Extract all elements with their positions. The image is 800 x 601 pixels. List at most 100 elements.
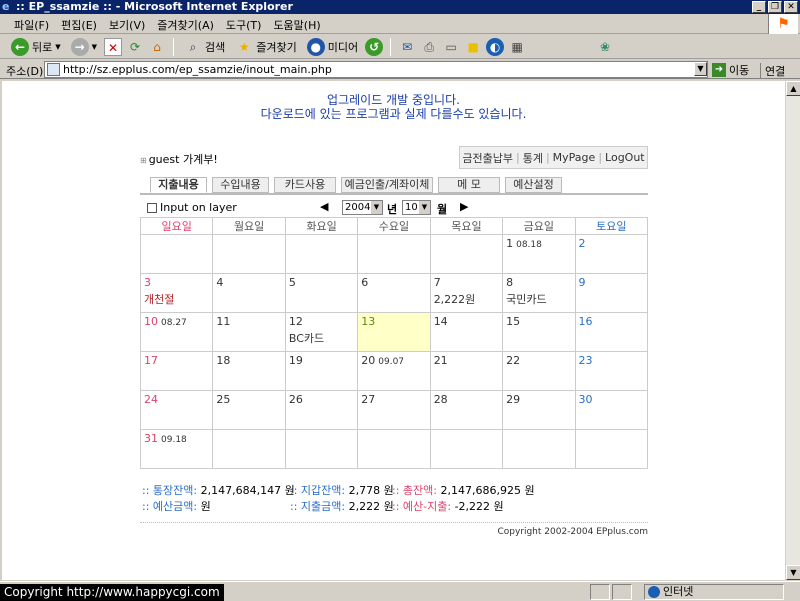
favorites-button[interactable]: ★ 즐겨찾기	[232, 36, 299, 58]
tool-icon[interactable]: ▦	[508, 38, 526, 56]
forward-button[interactable]: → ▼	[68, 36, 100, 58]
menu-item[interactable]: 도구(T)	[220, 16, 268, 34]
calendar-day[interactable]: 17	[139, 351, 214, 391]
note-icon[interactable]: ■	[464, 38, 482, 56]
calendar-day[interactable]: 16	[574, 312, 649, 352]
calendar-day[interactable]: 13	[357, 312, 431, 352]
calendar-day[interactable]: 31 09.18	[139, 429, 214, 469]
messenger-icon[interactable]: ◐	[486, 37, 505, 56]
tab-budget[interactable]: 예산설정	[505, 177, 562, 193]
nav-cashbook[interactable]: 금전출납부	[462, 150, 513, 166]
calendar-day[interactable]: 21	[429, 351, 504, 391]
calendar-day[interactable]: 14	[429, 312, 504, 352]
calendar-empty-cell	[429, 429, 504, 469]
address-dropdown-button[interactable]: ▼	[694, 62, 707, 76]
home-icon[interactable]: ⌂	[148, 38, 166, 56]
next-month-button[interactable]: ▶	[460, 200, 468, 213]
msn-icon[interactable]: ❀	[596, 38, 614, 56]
links-button[interactable]: 연결	[760, 63, 785, 79]
calendar-day[interactable]: 20 09.07	[357, 351, 431, 391]
day-number: 15	[506, 315, 521, 328]
status-bar: Copyright http://www.happycgi.com 인터넷	[0, 581, 800, 601]
minimize-button[interactable]: _	[752, 1, 766, 13]
mail-icon[interactable]: ✉	[398, 38, 416, 56]
nav-logout[interactable]: LogOut	[605, 151, 645, 164]
menu-item[interactable]: 파일(F)	[8, 16, 55, 34]
chevron-down-icon: ▼	[419, 201, 430, 214]
calendar-day[interactable]: 3 개천절	[139, 273, 214, 313]
calendar-day[interactable]: 19	[284, 351, 359, 391]
back-button[interactable]: ← 뒤로 ▼	[8, 36, 64, 58]
weekday-label: 토요일	[574, 217, 649, 235]
scroll-down-icon[interactable]: ▼	[786, 565, 800, 580]
tab-withdraw-transfer[interactable]: 예금인출/계좌이체	[341, 177, 433, 193]
calendar-day[interactable]: 6	[357, 273, 431, 313]
calendar-day[interactable]: 24	[139, 390, 214, 430]
tab-card[interactable]: 카드사용	[274, 177, 336, 193]
day-entry[interactable]: 국민카드	[506, 291, 571, 307]
address-input[interactable]: http://sz.epplus.com/ep_ssamzie/inout_ma…	[44, 61, 708, 78]
calendar-day[interactable]: 10 08.27	[139, 312, 214, 352]
bullet-icon: ⊞	[140, 156, 147, 165]
day-number: 6	[361, 276, 369, 289]
menu-item[interactable]: 보기(V)	[103, 16, 151, 34]
calendar-day[interactable]: 30	[574, 390, 649, 430]
calendar-day[interactable]: 26	[284, 390, 359, 430]
month-select[interactable]: 10 ▼	[402, 200, 431, 215]
calendar-day[interactable]: 27	[357, 390, 431, 430]
footer-divider	[140, 522, 648, 523]
tab-income[interactable]: 수입내용	[212, 177, 269, 193]
restore-button[interactable]: ❐	[768, 1, 782, 13]
calendar-day[interactable]: 22	[502, 351, 576, 391]
nav-stats[interactable]: 통계	[523, 150, 543, 166]
print-icon[interactable]: ⎙	[420, 38, 438, 56]
calendar-empty-cell	[574, 429, 649, 469]
prev-month-button[interactable]: ◀	[320, 200, 328, 213]
close-button[interactable]: ✕	[784, 1, 798, 13]
tab-memo[interactable]: 메 모	[438, 177, 500, 193]
day-entry[interactable]: BC카드	[289, 330, 354, 346]
bankbook-balance: :: 통장잔액: 2,147,684,147 원	[142, 484, 295, 497]
menu-item[interactable]: 편집(E)	[55, 16, 103, 34]
refresh-icon[interactable]: ⟳	[126, 38, 144, 56]
year-select[interactable]: 2004 ▼	[342, 200, 383, 215]
calendar-day[interactable]: 4	[212, 273, 286, 313]
calendar-day[interactable]: 12 BC카드	[284, 312, 359, 352]
history-icon[interactable]: ↺	[365, 37, 384, 56]
calendar-day[interactable]: 28	[429, 390, 504, 430]
calendar-day[interactable]: 29	[502, 390, 576, 430]
calendar-day[interactable]: 7 2,222원	[429, 273, 504, 313]
go-button[interactable]: ➜ 이동	[712, 62, 749, 78]
scroll-up-icon[interactable]: ▲	[786, 81, 800, 96]
calendar-empty-cell	[284, 234, 359, 274]
menu-item[interactable]: 도움말(H)	[267, 16, 326, 34]
day-number: 3	[144, 276, 151, 289]
calendar-day[interactable]: 23	[574, 351, 649, 391]
address-label: 주소(D)	[6, 65, 44, 78]
search-button[interactable]: ⌕ 검색	[181, 36, 228, 58]
calendar-day[interactable]: 15	[502, 312, 576, 352]
input-on-layer-checkbox[interactable]	[147, 203, 157, 213]
nav-mypage[interactable]: MyPage	[553, 151, 596, 164]
calendar-day[interactable]: 11	[212, 312, 286, 352]
tab-expense[interactable]: 지출내용	[150, 177, 207, 193]
stop-icon[interactable]: ✕	[104, 37, 123, 56]
chevron-down-icon: ▼	[371, 201, 382, 214]
calendar-day[interactable]: 18	[212, 351, 286, 391]
menu-item[interactable]: 즐겨찾기(A)	[151, 16, 220, 34]
calendar-day[interactable]: 2	[574, 234, 649, 274]
edit-icon[interactable]: ▭	[442, 38, 460, 56]
calendar-day[interactable]: 25	[212, 390, 286, 430]
day-entry[interactable]: 2,222원	[434, 291, 499, 307]
day-number: 30	[578, 393, 593, 406]
summary-row: :: 통장잔액: 2,147,684,147 원 :: 지갑잔액: 2,778 …	[142, 482, 652, 497]
media-button[interactable]: ● 미디어	[304, 36, 361, 58]
menu-bar: 파일(F) 편집(E) 보기(V) 즐겨찾기(A) 도구(T) 도움말(H) ⚑	[0, 14, 800, 34]
tab-bar: 지출내용 수입내용 카드사용 예금인출/계좌이체 메 모 예산설정	[140, 177, 648, 194]
calendar-day[interactable]: 8 국민카드	[502, 273, 576, 313]
input-on-layer-label: Input on layer	[160, 201, 237, 214]
vertical-scrollbar[interactable]: ▲ ▼	[785, 81, 800, 580]
calendar-day[interactable]: 9	[574, 273, 649, 313]
calendar-day[interactable]: 1 08.18	[502, 234, 576, 274]
calendar-day[interactable]: 5	[284, 273, 359, 313]
